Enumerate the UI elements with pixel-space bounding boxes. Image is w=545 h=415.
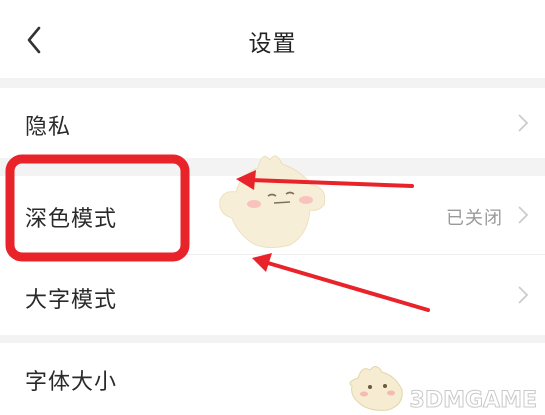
watermark-text: 3DMGAME (409, 388, 537, 414)
section-gap (0, 158, 545, 176)
settings-row-label: 大字模式 (25, 288, 118, 313)
settings-screen: 设置 隐私 深色模式 已关闭 大字模式 字体大小 3DMGAME (0, 0, 545, 415)
settings-row-large-text[interactable]: 大字模式 (0, 255, 545, 335)
dark-mode-status: 已关闭 (446, 208, 503, 229)
settings-row-label: 深色模式 (25, 207, 118, 232)
section-gap (0, 335, 545, 343)
top-bar: 设置 (0, 0, 545, 78)
chevron-right-icon (518, 286, 529, 304)
settings-row-dark-mode[interactable]: 深色模式 已关闭 (0, 176, 545, 254)
chevron-right-icon (518, 206, 529, 224)
settings-row-label: 隐私 (25, 115, 72, 140)
settings-row-privacy[interactable]: 隐私 (0, 88, 545, 158)
page-title: 设置 (248, 31, 297, 57)
settings-row-label: 字体大小 (25, 370, 118, 395)
watermark: 3DMGAME (409, 388, 537, 414)
chevron-right-icon (518, 114, 529, 132)
section-gap (0, 78, 545, 88)
